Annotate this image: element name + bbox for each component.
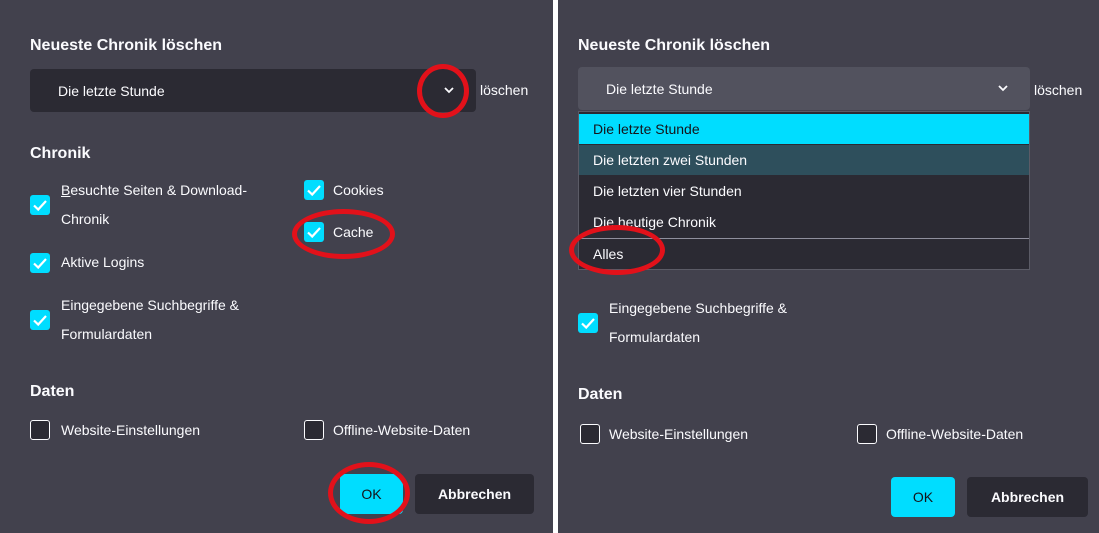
dialog-closed-dropdown: Neueste Chronik löschen Die letzte Stund… <box>0 0 553 533</box>
dialog-title: Neueste Chronik löschen <box>578 37 771 54</box>
time-range-select[interactable]: Die letzte Stunde <box>578 67 1030 110</box>
cache-checkbox[interactable] <box>304 222 324 242</box>
cookies-label: Cookies <box>333 182 384 198</box>
option-today[interactable]: Die heutige Chronik <box>579 207 1029 237</box>
checkmark-icon <box>307 185 321 197</box>
browsing-label: Besuchte Seiten & Download- Chronik <box>61 176 247 234</box>
browsing-label-line1: esuchte Seiten & Download- <box>70 182 248 198</box>
option-last-two-hours[interactable]: Die letzten zwei Stunden <box>579 145 1029 175</box>
option-last-hour[interactable]: Die letzte Stunde <box>579 114 1029 144</box>
ok-button[interactable]: OK <box>340 474 403 514</box>
site-settings-label: Website-Einstellungen <box>609 426 749 442</box>
time-range-select[interactable]: Die letzte Stunde <box>30 69 476 112</box>
cache-label: Cache <box>333 224 374 240</box>
form-data-checkbox[interactable] <box>30 310 50 330</box>
form-data-checkbox[interactable] <box>578 313 598 333</box>
active-logins-checkbox[interactable] <box>30 253 50 273</box>
browsing-label-line2: Chronik <box>61 211 110 227</box>
checkmark-icon <box>33 315 47 327</box>
clear-label: löschen <box>480 82 529 98</box>
cookies-checkbox[interactable] <box>304 180 324 200</box>
chevron-down-icon <box>444 87 454 94</box>
clear-label: löschen <box>1034 82 1083 98</box>
option-everything[interactable]: Alles <box>579 239 1029 269</box>
form-data-label-line1: Eingegebene Suchbegriffe & <box>61 297 239 313</box>
history-heading: Chronik <box>30 145 91 162</box>
checkmark-icon <box>581 318 595 330</box>
time-range-value: Die letzte Stunde <box>606 80 713 97</box>
time-range-value: Die letzte Stunde <box>58 82 165 99</box>
site-settings-checkbox[interactable] <box>30 420 50 440</box>
checkmark-icon <box>33 258 47 270</box>
cancel-button[interactable]: Abbrechen <box>967 477 1088 517</box>
active-logins-label: Aktive Logins <box>61 254 145 270</box>
data-heading: Daten <box>30 383 75 400</box>
form-data-label-line2: Formulardaten <box>609 329 701 345</box>
dialog-title: Neueste Chronik löschen <box>30 37 223 54</box>
browsing-checkbox[interactable] <box>30 195 50 215</box>
checkmark-icon <box>33 200 47 212</box>
offline-data-checkbox[interactable] <box>304 420 324 440</box>
site-settings-label: Website-Einstellungen <box>61 422 201 438</box>
option-last-four-hours[interactable]: Die letzten vier Stunden <box>579 176 1029 206</box>
dialog-open-dropdown: Neueste Chronik löschen Die letzte Stund… <box>558 0 1099 533</box>
offline-data-label: Offline-Website-Daten <box>886 426 1024 442</box>
form-data-label-line2: Formulardaten <box>61 326 153 342</box>
time-range-dropdown-list: Die letzte Stunde Die letzten zwei Stund… <box>578 111 1030 270</box>
site-settings-checkbox[interactable] <box>580 424 600 444</box>
cancel-button[interactable]: Abbrechen <box>415 474 534 514</box>
offline-data-label: Offline-Website-Daten <box>333 422 471 438</box>
ok-button[interactable]: OK <box>891 477 955 517</box>
chevron-down-icon <box>998 85 1008 92</box>
data-heading: Daten <box>578 386 623 403</box>
offline-data-checkbox[interactable] <box>857 424 877 444</box>
form-data-label-line1: Eingegebene Suchbegriffe & <box>609 300 787 316</box>
form-data-label: Eingegebene Suchbegriffe & Formulardaten <box>609 294 787 352</box>
form-data-label: Eingegebene Suchbegriffe & Formulardaten <box>61 291 239 349</box>
checkmark-icon <box>307 227 321 239</box>
